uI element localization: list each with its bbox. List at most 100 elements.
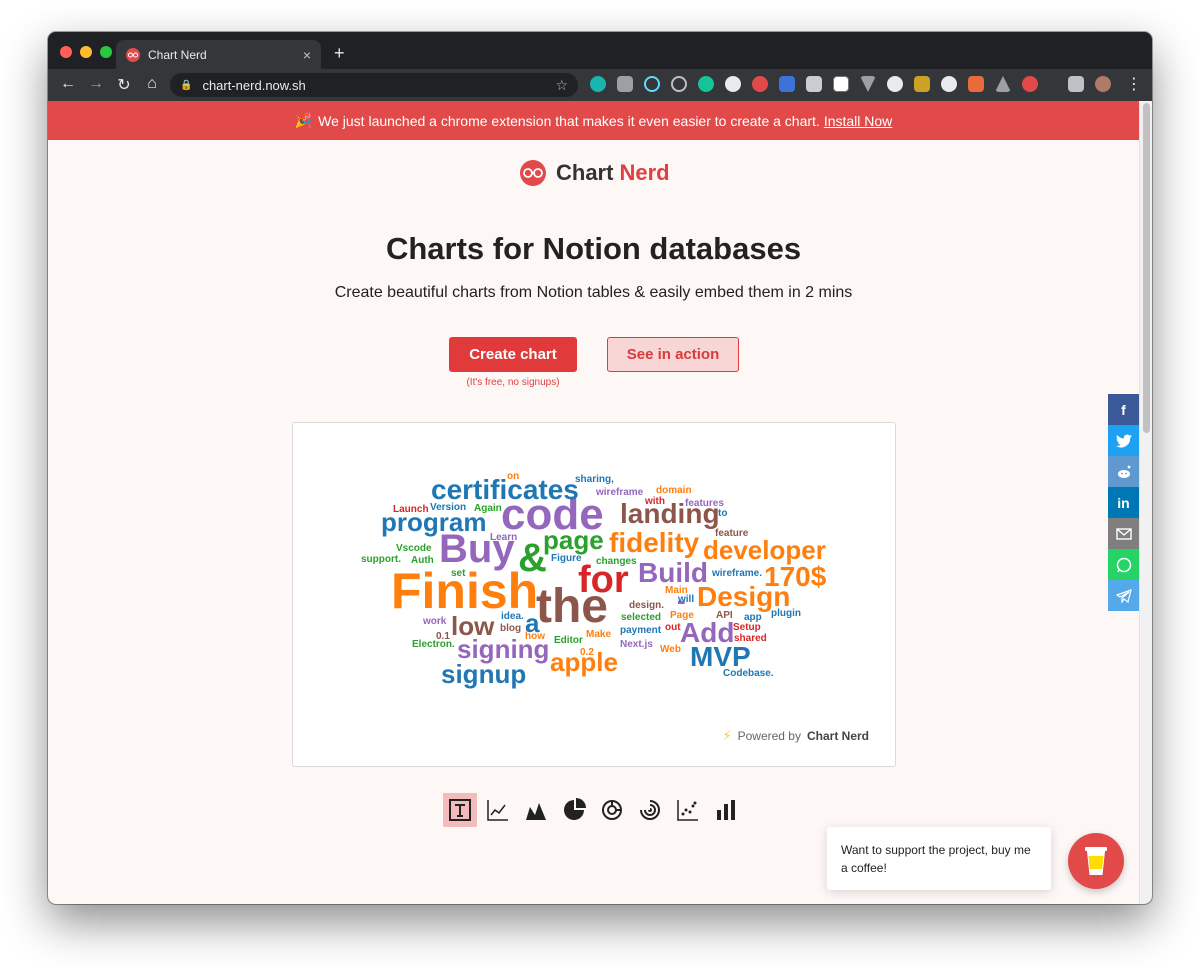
word-cloud-word: Codebase. xyxy=(723,668,774,679)
home-icon[interactable]: ⌂ xyxy=(138,75,166,95)
word-cloud-word: changes xyxy=(596,556,637,567)
word-cloud-word: domain xyxy=(656,485,692,496)
extension-icon-12[interactable] xyxy=(887,76,903,92)
back-icon[interactable]: ← xyxy=(54,75,82,95)
word-cloud-word: wireframe. xyxy=(712,568,763,579)
tab-bar: Chart Nerd × + xyxy=(48,32,1152,69)
install-now-link[interactable]: Install Now xyxy=(824,113,892,129)
extension-icon-4[interactable] xyxy=(671,76,687,92)
word-cloud-word: MVP xyxy=(690,641,751,672)
browser-tab[interactable]: Chart Nerd × xyxy=(116,40,321,69)
react-devtools-icon[interactable] xyxy=(644,76,660,92)
word-cloud-word: Figure xyxy=(551,553,582,564)
extension-icon-13[interactable] xyxy=(914,76,930,92)
word-cloud-word: signup xyxy=(441,659,527,689)
donut-chart-type-icon[interactable] xyxy=(595,793,629,827)
party-emoji-icon: 🎉 xyxy=(294,112,313,128)
forward-icon[interactable]: → xyxy=(82,75,110,95)
scrollbar-thumb[interactable] xyxy=(1143,103,1150,433)
close-window-button[interactable] xyxy=(60,46,72,58)
twitter-share-icon[interactable] xyxy=(1108,425,1139,456)
menu-kebab-icon[interactable]: ⋮ xyxy=(1126,74,1142,94)
chart-nerd-extension-icon[interactable] xyxy=(1022,76,1038,92)
notion-icon[interactable] xyxy=(833,76,849,92)
telegram-share-icon[interactable] xyxy=(1108,580,1139,611)
scatter-chart-type-icon[interactable] xyxy=(671,793,705,827)
extension-icon-2[interactable] xyxy=(617,76,633,92)
word-cloud-word: how xyxy=(525,631,545,642)
facebook-share-icon[interactable]: f xyxy=(1108,394,1139,425)
word-cloud-word: wireframe xyxy=(596,487,644,498)
word-cloud-word: Vscode xyxy=(396,543,432,554)
site-logo[interactable]: Chart Nerd xyxy=(520,160,670,186)
bar-chart-type-icon[interactable] xyxy=(709,793,743,827)
url-text: chart-nerd.now.sh xyxy=(202,77,306,93)
browser-window: Chart Nerd × + ← → ↻ ⌂ 🔒 chart-nerd.now.… xyxy=(48,32,1152,904)
share-sidebar: f in xyxy=(1108,394,1139,611)
chart-type-selector xyxy=(443,793,743,827)
word-cloud-word: work xyxy=(423,616,447,627)
word-cloud-word: idea. xyxy=(501,611,524,622)
word-cloud-word: feature xyxy=(715,528,749,539)
close-tab-icon[interactable]: × xyxy=(303,47,311,63)
free-note: (It's free, no signups) xyxy=(466,377,560,388)
github-icon[interactable] xyxy=(941,76,957,92)
extension-icon-6[interactable] xyxy=(725,76,741,92)
word-cloud-word: payment xyxy=(620,625,662,636)
extension-icon-1[interactable] xyxy=(590,76,606,92)
word-cloud-word: API xyxy=(716,610,733,621)
new-tab-button[interactable]: + xyxy=(334,43,345,64)
media-control-icon[interactable] xyxy=(1068,76,1084,92)
word-cloud-word: Setup xyxy=(733,622,761,633)
minimize-window-button[interactable] xyxy=(80,46,92,58)
word-cloud-word: Make xyxy=(586,629,612,640)
coffee-support-bubble[interactable]: Want to support the project, buy me a co… xyxy=(827,827,1051,890)
logo-text-nerd: Nerd xyxy=(619,160,670,185)
chart-nerd-logo-icon xyxy=(520,160,546,186)
vue-devtools-icon[interactable] xyxy=(860,76,876,92)
word-cloud-word: support. xyxy=(361,554,401,565)
lock-icon: 🔒 xyxy=(180,79,193,91)
word-cloud-word: Version xyxy=(430,502,467,513)
lightning-icon: ⚡ xyxy=(722,728,732,743)
address-bar[interactable]: 🔒 chart-nerd.now.sh ☆ xyxy=(170,73,578,97)
profile-avatar[interactable] xyxy=(1095,76,1111,92)
pie-chart-type-icon[interactable] xyxy=(557,793,591,827)
reddit-share-icon[interactable] xyxy=(1108,456,1139,487)
see-in-action-button[interactable]: See in action xyxy=(607,337,739,372)
drive-icon[interactable] xyxy=(995,76,1011,92)
extension-icon-7[interactable] xyxy=(752,76,768,92)
word-cloud-word: Next.js xyxy=(620,639,653,650)
word-cloud-word: Design xyxy=(697,581,791,612)
chart-preview-card: Finish the code Buy & for certificates program l… xyxy=(292,422,896,767)
page-scrollbar[interactable] xyxy=(1139,101,1152,904)
word-cloud-word: plugin xyxy=(771,608,801,619)
linkedin-share-icon[interactable]: in xyxy=(1108,487,1139,518)
browser-toolbar: ← → ↻ ⌂ 🔒 chart-nerd.now.sh ☆ ⋮ xyxy=(48,69,1152,101)
powered-by[interactable]: ⚡ Powered by Chart Nerd xyxy=(722,728,869,744)
word-cloud-word: Editor xyxy=(554,635,583,646)
extension-icon-15[interactable] xyxy=(968,76,984,92)
powered-by-prefix: Powered by xyxy=(737,729,801,743)
word-cloud-word: Learn xyxy=(490,532,518,543)
wordcloud-chart-type-icon[interactable] xyxy=(443,793,477,827)
extension-icon-8[interactable] xyxy=(779,76,795,92)
grammarly-icon[interactable] xyxy=(698,76,714,92)
word-cloud-word: design. xyxy=(629,600,665,611)
email-share-icon[interactable] xyxy=(1108,518,1139,549)
create-chart-button[interactable]: Create chart xyxy=(449,337,577,372)
extension-icon-9[interactable] xyxy=(806,76,822,92)
whatsapp-share-icon[interactable] xyxy=(1108,549,1139,580)
word-cloud-word: Web xyxy=(660,644,681,655)
logo-text-chart: Chart xyxy=(556,160,614,185)
bookmark-star-icon[interactable]: ☆ xyxy=(555,77,568,94)
line-chart-type-icon[interactable] xyxy=(481,793,515,827)
window-controls xyxy=(60,46,112,58)
maximize-window-button[interactable] xyxy=(100,46,112,58)
reload-icon[interactable]: ↻ xyxy=(110,75,138,95)
word-cloud-word: Launch xyxy=(393,504,429,515)
buy-me-a-coffee-button[interactable] xyxy=(1068,833,1124,889)
word-cloud-word: page xyxy=(543,525,604,555)
radial-chart-type-icon[interactable] xyxy=(633,793,667,827)
area-chart-type-icon[interactable] xyxy=(519,793,553,827)
